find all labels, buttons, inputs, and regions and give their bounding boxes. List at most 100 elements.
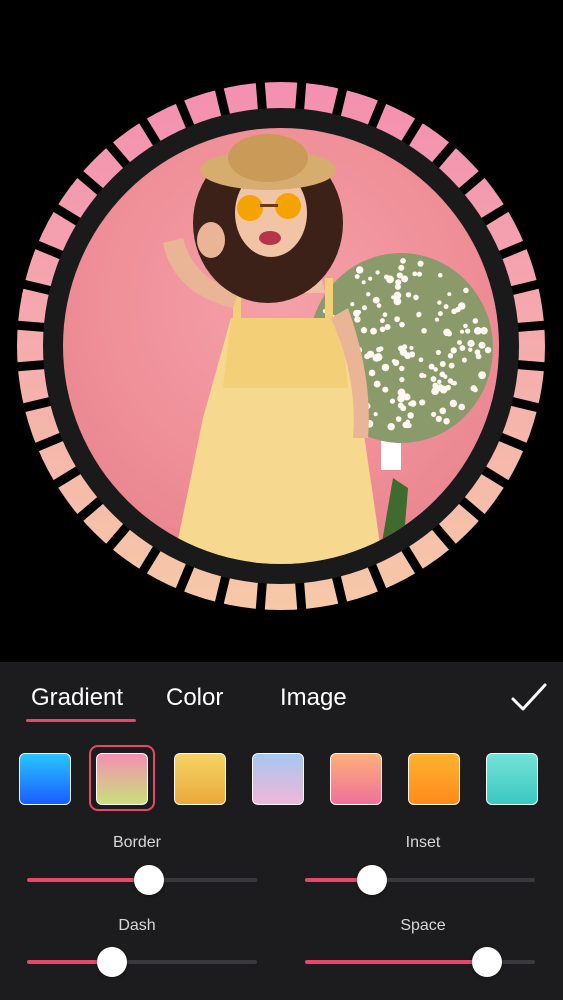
space-slider-thumb[interactable] (471, 947, 502, 977)
dash-slider[interactable] (27, 947, 257, 977)
flower-dot (439, 361, 446, 368)
flower-dot (361, 305, 368, 311)
tab-gradient[interactable]: Gradient (31, 684, 123, 712)
flower-dot (472, 318, 479, 324)
inset-label: Inset (405, 834, 441, 851)
flower-dot (354, 316, 361, 323)
flower-dot (416, 271, 423, 277)
flower-dot (401, 344, 408, 350)
flower-dot (381, 363, 390, 372)
flower-dot (437, 379, 442, 384)
flower-dot (468, 347, 473, 352)
flower-dot (419, 399, 426, 406)
flower-dot (350, 302, 355, 307)
flower-dot (401, 275, 409, 283)
swatch-mint[interactable] (486, 753, 538, 805)
flower-dot (458, 302, 466, 310)
flower-dot (395, 279, 402, 286)
flower-dot (421, 327, 427, 334)
flower-dot (391, 359, 397, 364)
flower-dot (449, 399, 458, 408)
inset-slider-thumb[interactable] (356, 865, 387, 895)
flower-dot (463, 323, 468, 329)
flower-dot (384, 324, 391, 331)
flower-dot (397, 394, 405, 403)
flower-dot (400, 257, 406, 264)
photo-preview (0, 0, 563, 662)
flower-dot (437, 311, 443, 317)
flower-dot (374, 353, 383, 362)
flower-dot (443, 328, 451, 337)
flower-dot (394, 316, 401, 323)
swatch-blue[interactable] (19, 753, 71, 805)
border-slider[interactable] (27, 865, 257, 895)
flower-dot (402, 421, 409, 429)
confirm-button[interactable] (509, 680, 549, 716)
flower-dot (443, 374, 448, 379)
flower-dot (364, 353, 371, 360)
flower-dot (458, 403, 466, 411)
flower-dot (437, 300, 442, 305)
flower-dot (387, 422, 395, 431)
flower-dot (386, 275, 394, 284)
flower-dot (478, 341, 486, 349)
flower-dot (366, 291, 371, 297)
border-label: Border (112, 834, 162, 851)
inset-slider[interactable] (305, 865, 535, 895)
flower-dot (404, 352, 412, 360)
flower-dot (399, 321, 405, 328)
flower-dot (372, 296, 380, 304)
flower-dot (382, 312, 388, 318)
flower-dot (395, 416, 402, 422)
flower-dot (447, 353, 454, 359)
flower-dot (408, 401, 413, 406)
flower-dot (397, 402, 404, 409)
flower-dot (443, 304, 449, 310)
flower-dot (391, 295, 396, 300)
flower-dot (379, 318, 385, 324)
flower-dot (439, 407, 447, 415)
tab-color[interactable]: Color (166, 684, 223, 712)
flower-dot (399, 376, 405, 383)
flower-dot (360, 327, 368, 334)
flower-dot (433, 367, 438, 372)
flower-dot (370, 327, 377, 335)
flower-dot (443, 417, 450, 425)
swatch-pastel[interactable] (252, 753, 304, 805)
flower-dot (419, 372, 425, 378)
flower-dot (457, 340, 462, 346)
flower-dot (435, 349, 441, 356)
flower-dot (382, 386, 389, 393)
space-slider-fill (305, 960, 487, 964)
flower-dot (434, 317, 440, 322)
flower-dot (469, 341, 475, 346)
flower-dot (379, 326, 386, 333)
swatch-pink-green[interactable] (96, 753, 148, 805)
flower-dot (432, 382, 439, 389)
border-slider-thumb[interactable] (133, 865, 164, 895)
flower-dot (399, 365, 405, 372)
space-slider[interactable] (305, 947, 535, 977)
flower-dot (409, 345, 414, 350)
flower-dot (461, 357, 467, 363)
edit-panel: Gradient Color Image Border Inset Dash S… (0, 662, 563, 1000)
flower-dot (445, 384, 451, 391)
swatch-peach-pink[interactable] (330, 753, 382, 805)
flower-dot (450, 347, 457, 354)
space-label: Space (400, 917, 446, 934)
tab-image[interactable]: Image (280, 684, 347, 712)
flower-dot (448, 362, 455, 369)
flower-dot (373, 380, 381, 388)
flower-dot (416, 311, 422, 318)
dash-slider-thumb[interactable] (97, 947, 128, 977)
flower-dot (480, 328, 485, 334)
checkmark-icon (511, 683, 547, 711)
flower-dot (435, 415, 442, 423)
flower-dot (417, 260, 424, 267)
flower-dot (376, 346, 382, 353)
swatch-orange[interactable] (408, 753, 460, 805)
flower-dot (431, 411, 437, 417)
flower-dot (450, 380, 455, 386)
swatch-yellow[interactable] (174, 753, 226, 805)
flower-dot (475, 353, 482, 360)
